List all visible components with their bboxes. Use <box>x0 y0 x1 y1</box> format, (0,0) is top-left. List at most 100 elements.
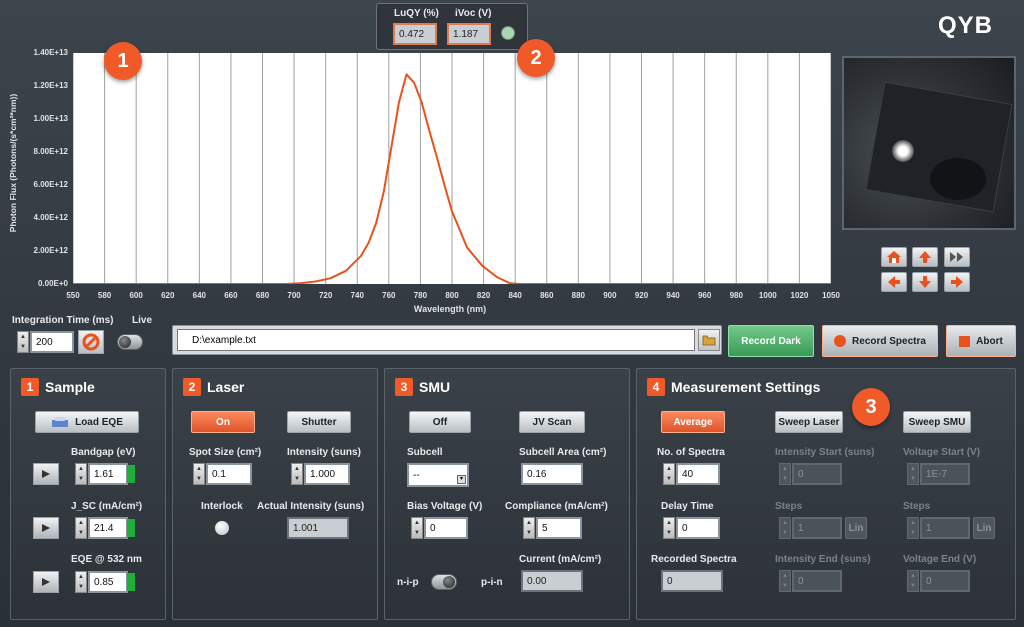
record-dark-button[interactable]: Record Dark <box>728 325 814 357</box>
subcell-select[interactable]: -- ▾ <box>407 463 469 487</box>
camera-right-button[interactable] <box>944 272 970 292</box>
home-icon <box>887 251 901 263</box>
spot-size-input[interactable]: 0.1 <box>206 463 252 485</box>
measurement-panel-number: 4 <box>647 378 665 396</box>
voltage-end-stepper[interactable]: ▲ ▼ <box>907 570 919 592</box>
browse-folder-button[interactable] <box>698 329 720 351</box>
jsc-indicator <box>127 519 135 537</box>
live-toggle[interactable] <box>117 334 143 350</box>
record-spectra-button[interactable]: Record Spectra <box>822 325 938 357</box>
voltage-end-input[interactable]: 0 <box>920 570 970 592</box>
measurement-panel-heading: Measurement Settings <box>671 379 821 395</box>
jsc-input[interactable]: 21.4 <box>88 517 128 539</box>
actual-intensity-label: Actual Intensity (suns) <box>257 501 365 512</box>
compliance-input[interactable]: 5 <box>536 517 582 539</box>
num-spectra-input[interactable]: 40 <box>676 463 720 485</box>
live-label: Live <box>132 315 153 326</box>
intensity-steps-stepper[interactable]: ▲ ▼ <box>779 517 791 539</box>
y-tick-label: 2.00E+12 <box>33 246 68 255</box>
smu-panel-number: 3 <box>395 378 413 396</box>
load-eqe-button[interactable]: Load EQE <box>35 411 139 433</box>
polarity-toggle[interactable] <box>431 574 457 590</box>
status-led <box>501 26 515 40</box>
reset-button[interactable] <box>78 330 104 354</box>
laser-panel-heading: Laser <box>207 379 245 395</box>
sweep-laser-button[interactable]: Sweep Laser <box>775 411 843 433</box>
smu-off-button[interactable]: Off <box>409 411 471 433</box>
intensity-lin-button[interactable]: Lin <box>845 517 867 539</box>
voltage-start-input[interactable]: 1E-7 <box>920 463 970 485</box>
subcell-area-input[interactable]: 0.16 <box>521 463 583 485</box>
voltage-steps-input[interactable]: 1 <box>920 517 970 539</box>
integration-time-input[interactable]: 200 <box>30 331 74 353</box>
eqe-input[interactable]: 0.85 <box>88 571 128 593</box>
eqe-play-button[interactable] <box>33 571 59 593</box>
laser-on-button[interactable]: On <box>191 411 255 433</box>
voltage-steps-label: Steps <box>903 501 931 512</box>
bandgap-play-button[interactable] <box>33 463 59 485</box>
y-tick-label: 1.40E+13 <box>33 48 68 57</box>
bias-voltage-stepper[interactable]: ▲ ▼ <box>411 517 423 539</box>
interlock-indicator <box>215 521 229 535</box>
sweep-smu-button[interactable]: Sweep SMU <box>903 411 971 433</box>
intensity-steps-input[interactable]: 1 <box>792 517 842 539</box>
voltage-lin-button[interactable]: Lin <box>973 517 995 539</box>
eqe-stepper[interactable]: ▲ ▼ <box>75 571 87 593</box>
jsc-stepper[interactable]: ▲ ▼ <box>75 517 87 539</box>
voltage-start-stepper[interactable]: ▲ ▼ <box>907 463 919 485</box>
y-tick-label: 4.00E+12 <box>33 213 68 222</box>
intensity-start-stepper[interactable]: ▲ ▼ <box>779 463 791 485</box>
bias-voltage-input[interactable]: 0 <box>424 517 468 539</box>
app-window: LuQY (%) iVoc (V) 0.472 1.187 QYB Photon… <box>0 0 1024 627</box>
load-eqe-label: Load EQE <box>75 416 123 428</box>
camera-down-button[interactable] <box>912 272 938 292</box>
integration-time-stepper[interactable]: ▲ ▼ <box>17 331 29 353</box>
intensity-end-input[interactable]: 0 <box>792 570 842 592</box>
stop-square-icon <box>959 335 971 347</box>
abort-button[interactable]: Abort <box>946 325 1016 357</box>
intensity-input[interactable]: 1.000 <box>304 463 350 485</box>
callout-badge-2: 2 <box>517 39 555 77</box>
camera-home-button[interactable] <box>881 247 907 267</box>
camera-up-button[interactable] <box>912 247 938 267</box>
recorded-spectra-value: 0 <box>661 570 723 592</box>
num-spectra-stepper[interactable]: ▲ ▼ <box>663 463 675 485</box>
x-tick-label: 900 <box>603 291 617 300</box>
x-tick-label: 800 <box>445 291 459 300</box>
ivoc-value: 1.187 <box>447 23 491 45</box>
arrow-right-icon <box>951 276 963 288</box>
spot-size-stepper[interactable]: ▲ ▼ <box>193 463 205 485</box>
recorded-spectra-label: Recorded Spectra <box>651 554 737 565</box>
no-entry-icon <box>82 333 100 351</box>
compliance-label: Compliance (mA/cm²) <box>505 501 608 512</box>
intensity-stepper[interactable]: ▲ ▼ <box>291 463 303 485</box>
fast-forward-icon <box>950 252 963 262</box>
x-tick-label: 760 <box>382 291 396 300</box>
camera-fast-forward-button[interactable] <box>944 247 970 267</box>
bandgap-input[interactable]: 1.61 <box>88 463 128 485</box>
x-tick-label: 780 <box>413 291 428 300</box>
compliance-stepper[interactable]: ▲ ▼ <box>523 517 535 539</box>
voltage-steps-stepper[interactable]: ▲ ▼ <box>907 517 919 539</box>
abort-label: Abort <box>976 335 1003 347</box>
delay-time-stepper[interactable]: ▲ ▼ <box>663 517 675 539</box>
bias-voltage-label: Bias Voltage (V) <box>407 501 483 512</box>
file-path-input[interactable]: D:\example.txt <box>177 329 695 351</box>
intensity-end-stepper[interactable]: ▲ ▼ <box>779 570 791 592</box>
arrow-left-icon <box>888 276 900 288</box>
camera-laser-spot <box>892 140 914 162</box>
current-label: Current (mA/cm²) <box>519 554 602 565</box>
shutter-button[interactable]: Shutter <box>287 411 351 433</box>
bandgap-stepper[interactable]: ▲ ▼ <box>75 463 87 485</box>
smu-panel-title: 3 SMU <box>395 377 450 397</box>
jsc-play-button[interactable] <box>33 517 59 539</box>
delay-time-input[interactable]: 0 <box>676 517 720 539</box>
subcell-label: Subcell <box>407 447 443 458</box>
num-spectra-label: No. of Spectra <box>657 447 725 458</box>
x-tick-label: 860 <box>540 291 554 300</box>
intensity-start-input[interactable]: 0 <box>792 463 842 485</box>
camera-left-button[interactable] <box>881 272 907 292</box>
jv-scan-button[interactable]: JV Scan <box>519 411 585 433</box>
x-tick-label: 940 <box>666 291 680 300</box>
average-button[interactable]: Average <box>661 411 725 433</box>
